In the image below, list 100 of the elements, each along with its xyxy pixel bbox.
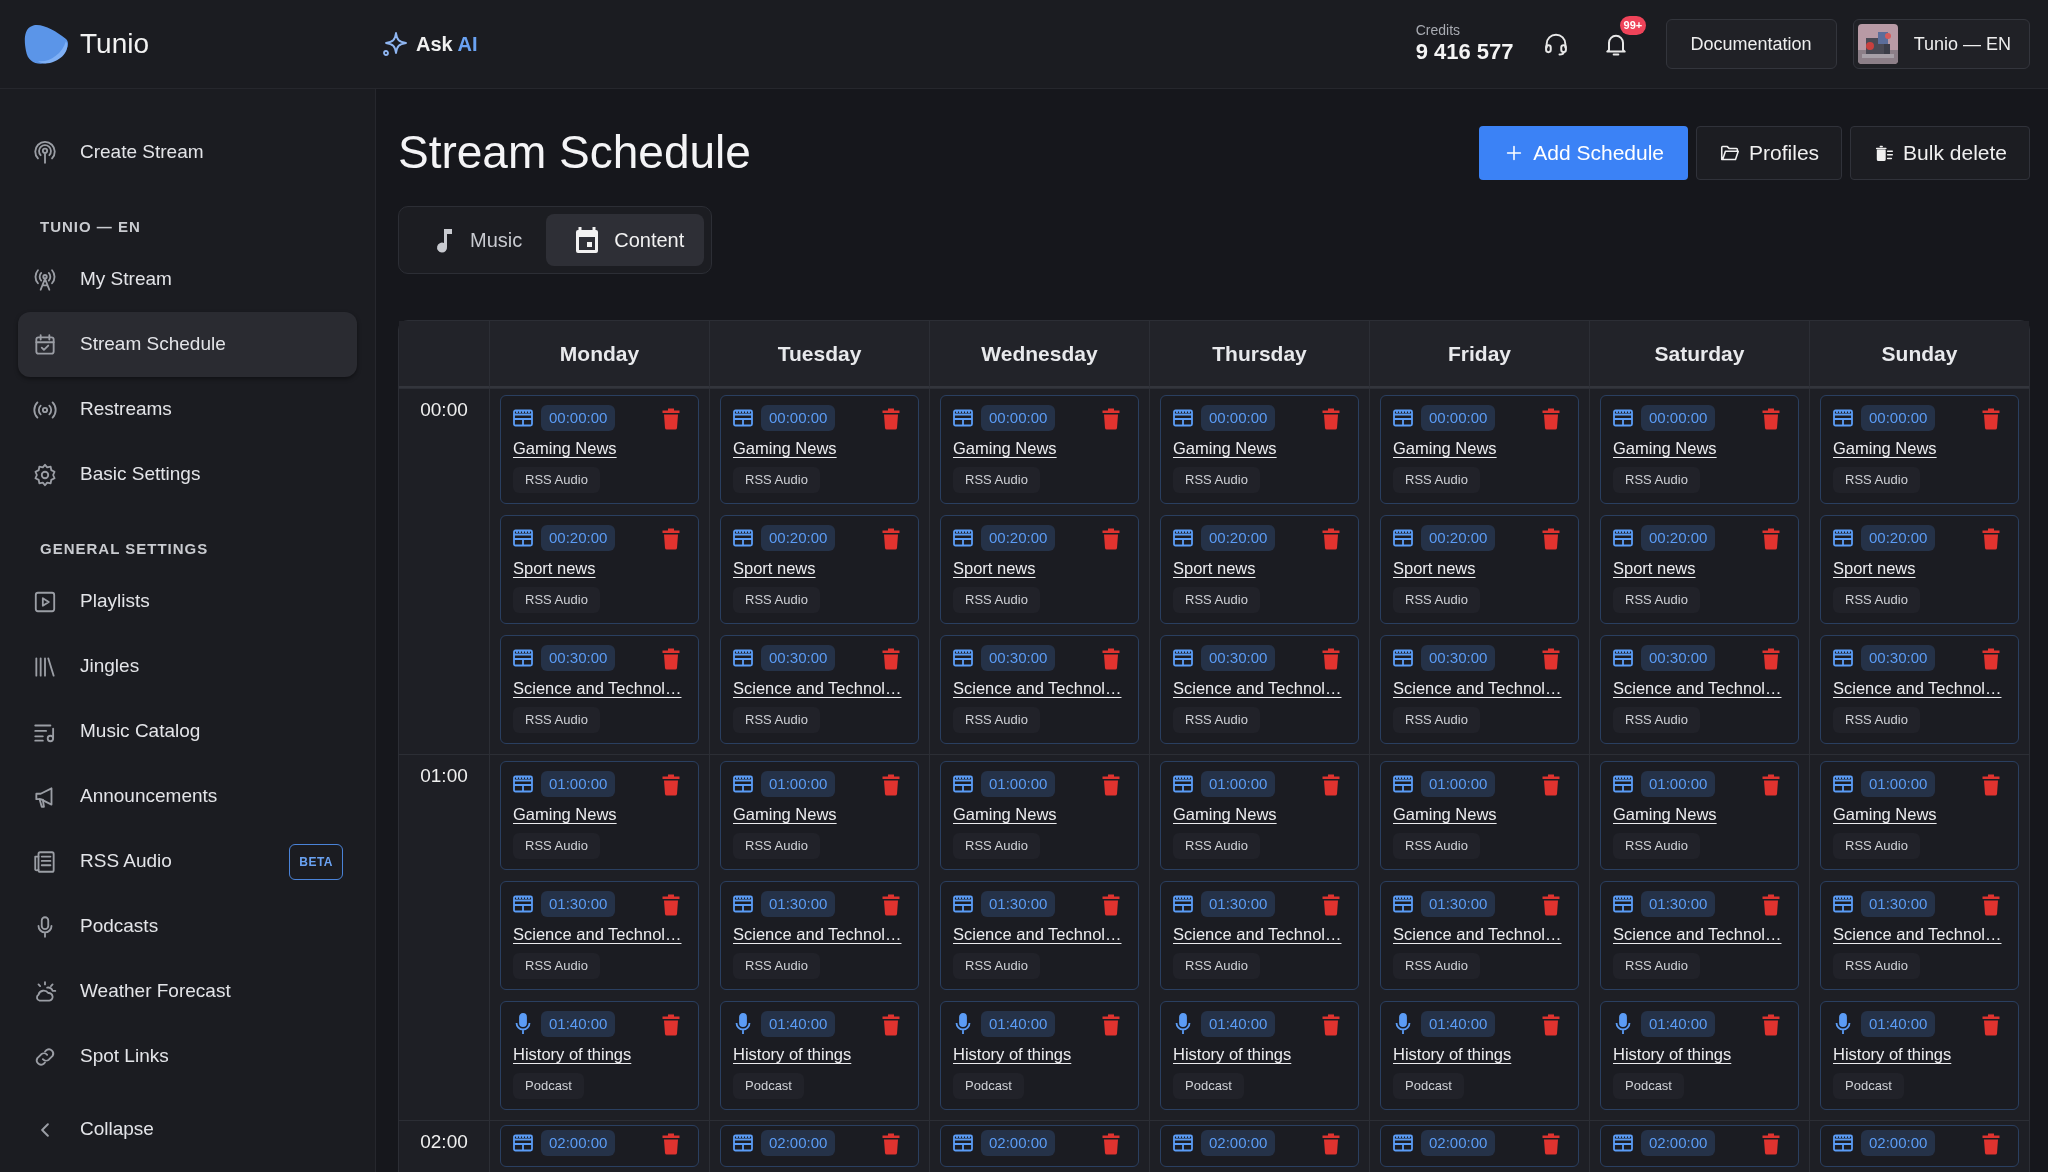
schedule-card[interactable]: 01:40:00 History of things Podcast: [1600, 1001, 1799, 1111]
schedule-card[interactable]: 02:00:00: [500, 1125, 699, 1168]
schedule-card[interactable]: 01:30:00 Science and Technol… RSS Audio: [1600, 881, 1799, 991]
program-link[interactable]: Sport news: [1833, 557, 1916, 580]
program-link[interactable]: Gaming News: [733, 437, 837, 460]
program-link[interactable]: Sport news: [513, 557, 596, 580]
delete-button[interactable]: [1322, 1131, 1340, 1156]
schedule-card[interactable]: 01:00:00 Gaming News RSS Audio: [720, 761, 919, 871]
schedule-card[interactable]: 00:00:00 Gaming News RSS Audio: [940, 395, 1139, 505]
schedule-card[interactable]: 00:20:00 Sport news RSS Audio: [720, 515, 919, 625]
schedule-card[interactable]: 01:40:00 History of things Podcast: [1160, 1001, 1359, 1111]
program-link[interactable]: Science and Technol…: [953, 677, 1122, 700]
schedule-card[interactable]: 02:00:00: [1380, 1125, 1579, 1168]
program-link[interactable]: Science and Technol…: [1393, 923, 1562, 946]
schedule-card[interactable]: 00:20:00 Sport news RSS Audio: [500, 515, 699, 625]
sidebar-item[interactable]: Restreams: [18, 377, 357, 442]
sidebar-item[interactable]: Basic Settings: [18, 442, 357, 507]
program-link[interactable]: Gaming News: [1833, 803, 1937, 826]
program-link[interactable]: History of things: [1173, 1043, 1292, 1066]
program-link[interactable]: Gaming News: [733, 803, 837, 826]
program-link[interactable]: Science and Technol…: [1393, 677, 1562, 700]
add-button[interactable]: Add Schedule: [1479, 125, 1689, 180]
program-link[interactable]: Science and Technol…: [1833, 677, 2002, 700]
schedule-card[interactable]: 00:00:00 Gaming News RSS Audio: [500, 395, 699, 505]
schedule-card[interactable]: 00:00:00 Gaming News RSS Audio: [1820, 395, 2019, 505]
schedule-card[interactable]: 01:30:00 Science and Technol… RSS Audio: [940, 881, 1139, 991]
schedule-card[interactable]: 01:00:00 Gaming News RSS Audio: [1820, 761, 2019, 871]
program-link[interactable]: History of things: [953, 1043, 1072, 1066]
delete-button[interactable]: [1322, 646, 1340, 671]
sidebar-item[interactable]: Stream Schedule: [18, 312, 357, 377]
program-link[interactable]: Science and Technol…: [1613, 923, 1782, 946]
program-link[interactable]: Science and Technol…: [1173, 923, 1342, 946]
program-link[interactable]: Science and Technol…: [1613, 677, 1782, 700]
delete-button[interactable]: [1762, 892, 1780, 917]
delete-button[interactable]: [1982, 1131, 2000, 1156]
delete-button[interactable]: [882, 406, 900, 431]
program-link[interactable]: Science and Technol…: [513, 677, 682, 700]
program-link[interactable]: Gaming News: [953, 803, 1057, 826]
schedule-card[interactable]: 00:00:00 Gaming News RSS Audio: [1600, 395, 1799, 505]
delete-button[interactable]: [662, 406, 680, 431]
schedule-card[interactable]: 02:00:00: [720, 1125, 919, 1168]
program-link[interactable]: Gaming News: [1173, 437, 1277, 460]
schedule-card[interactable]: 00:30:00 Science and Technol… RSS Audio: [500, 635, 699, 745]
delete-button[interactable]: [1762, 1012, 1780, 1037]
delete-button[interactable]: [1322, 526, 1340, 551]
sidebar-item[interactable]: Weather Forecast: [18, 959, 357, 1024]
action-button[interactable]: Bulk delete: [1850, 125, 2030, 180]
program-link[interactable]: Sport news: [1613, 557, 1696, 580]
program-link[interactable]: Gaming News: [513, 803, 617, 826]
schedule-card[interactable]: 01:40:00 History of things Podcast: [1820, 1001, 2019, 1111]
sidebar-item[interactable]: Create Stream: [18, 120, 357, 185]
delete-button[interactable]: [882, 646, 900, 671]
delete-button[interactable]: [1762, 772, 1780, 797]
delete-button[interactable]: [1982, 772, 2000, 797]
program-link[interactable]: Gaming News: [1833, 437, 1937, 460]
schedule-card[interactable]: 02:00:00: [1820, 1125, 2019, 1168]
schedule-card[interactable]: 00:20:00 Sport news RSS Audio: [1380, 515, 1579, 625]
schedule-card[interactable]: 00:20:00 Sport news RSS Audio: [1160, 515, 1359, 625]
delete-button[interactable]: [882, 1131, 900, 1156]
tab[interactable]: Content: [546, 214, 705, 267]
schedule-card[interactable]: 01:00:00 Gaming News RSS Audio: [500, 761, 699, 871]
delete-button[interactable]: [662, 1012, 680, 1037]
delete-button[interactable]: [1322, 1012, 1340, 1037]
program-link[interactable]: History of things: [513, 1043, 632, 1066]
schedule-card[interactable]: 00:30:00 Science and Technol… RSS Audio: [1380, 635, 1579, 745]
sidebar-item[interactable]: Playlists: [18, 569, 357, 634]
delete-button[interactable]: [1542, 1131, 1560, 1156]
schedule-card[interactable]: 01:40:00 History of things Podcast: [500, 1001, 699, 1111]
schedule-card[interactable]: 01:30:00 Science and Technol… RSS Audio: [1820, 881, 2019, 991]
program-link[interactable]: History of things: [1833, 1043, 1952, 1066]
delete-button[interactable]: [1982, 526, 2000, 551]
delete-button[interactable]: [1542, 646, 1560, 671]
schedule-card[interactable]: 00:30:00 Science and Technol… RSS Audio: [1820, 635, 2019, 745]
delete-button[interactable]: [1762, 526, 1780, 551]
delete-button[interactable]: [1102, 1131, 1120, 1156]
sidebar-item[interactable]: Spot Links: [18, 1024, 357, 1089]
schedule-card[interactable]: 00:20:00 Sport news RSS Audio: [1600, 515, 1799, 625]
ask-ai-button[interactable]: Ask AI: [374, 23, 486, 65]
program-link[interactable]: History of things: [1613, 1043, 1732, 1066]
sidebar-item[interactable]: Jingles: [18, 634, 357, 699]
schedule-card[interactable]: 00:00:00 Gaming News RSS Audio: [720, 395, 919, 505]
program-link[interactable]: Gaming News: [1393, 437, 1497, 460]
program-link[interactable]: Science and Technol…: [733, 923, 902, 946]
delete-button[interactable]: [1982, 406, 2000, 431]
delete-button[interactable]: [662, 646, 680, 671]
delete-button[interactable]: [882, 526, 900, 551]
program-link[interactable]: Science and Technol…: [953, 923, 1122, 946]
program-link[interactable]: Science and Technol…: [1833, 923, 2002, 946]
delete-button[interactable]: [662, 892, 680, 917]
schedule-card[interactable]: 01:00:00 Gaming News RSS Audio: [1380, 761, 1579, 871]
delete-button[interactable]: [1102, 526, 1120, 551]
schedule-card[interactable]: 00:30:00 Science and Technol… RSS Audio: [940, 635, 1139, 745]
delete-button[interactable]: [662, 772, 680, 797]
schedule-card[interactable]: 01:30:00 Science and Technol… RSS Audio: [1380, 881, 1579, 991]
delete-button[interactable]: [1542, 1012, 1560, 1037]
program-link[interactable]: Sport news: [1393, 557, 1476, 580]
sidebar-item[interactable]: Music Catalog: [18, 699, 357, 764]
profile-button[interactable]: Tunio — EN: [1852, 19, 2030, 69]
schedule-card[interactable]: 02:00:00: [1160, 1125, 1359, 1168]
delete-button[interactable]: [1102, 1012, 1120, 1037]
